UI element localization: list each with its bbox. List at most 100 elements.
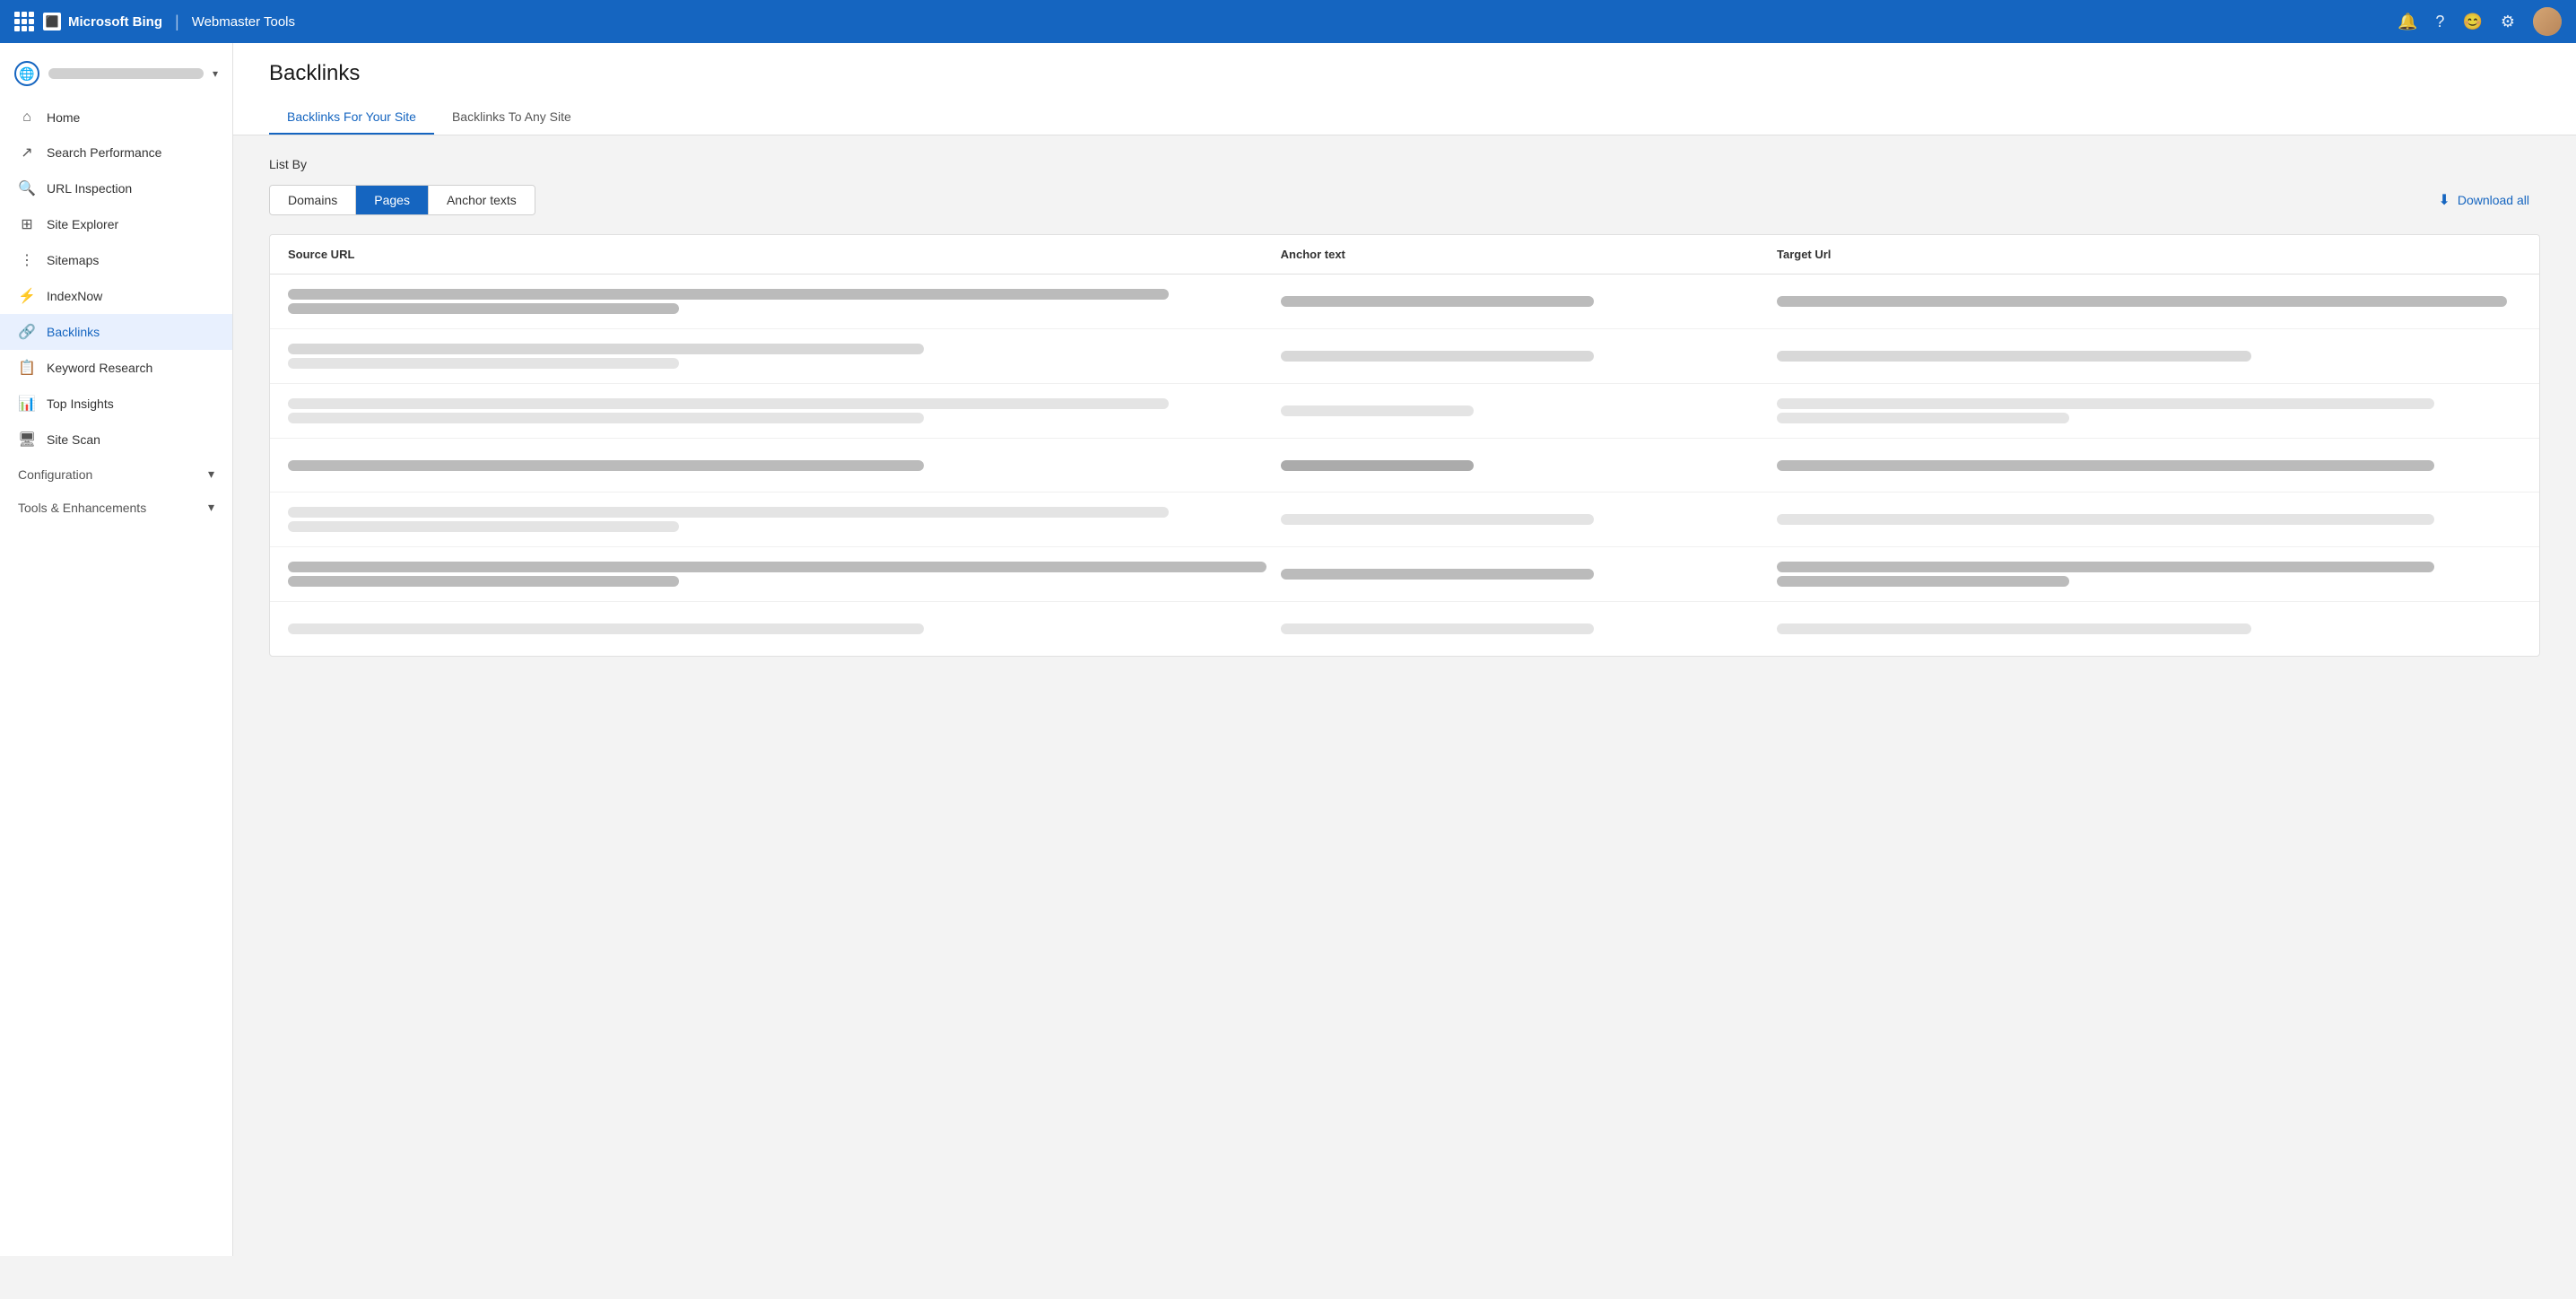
anchor-text-cell bbox=[1281, 351, 1777, 362]
source-url-cell bbox=[288, 623, 1281, 634]
sidebar-item-label: Home bbox=[47, 110, 80, 125]
source-url-cell bbox=[288, 507, 1281, 532]
site-selector[interactable]: 🌐 ▾ bbox=[0, 54, 232, 100]
top-navigation: ⬛ Microsoft Bing | Webmaster Tools 🔔 ? 😊… bbox=[0, 0, 2576, 43]
target-url-cell bbox=[1777, 460, 2521, 471]
chevron-down-icon: ▾ bbox=[213, 67, 218, 80]
page-title: Backlinks bbox=[269, 61, 2540, 86]
list-by-label: List By bbox=[269, 157, 2540, 171]
tab-backlinks-to-any-site[interactable]: Backlinks To Any Site bbox=[434, 100, 589, 135]
target-url-cell bbox=[1777, 623, 2521, 634]
sidebar-item-top-insights[interactable]: 📊 Top Insights bbox=[0, 386, 232, 422]
page-header: Backlinks Backlinks For Your Site Backli… bbox=[233, 43, 2576, 135]
bing-logo: ⬛ Microsoft Bing bbox=[43, 13, 162, 31]
feedback-icon[interactable]: 😊 bbox=[2462, 13, 2482, 31]
sidebar-item-url-inspection[interactable]: 🔍 URL Inspection bbox=[0, 170, 232, 206]
source-url-cell bbox=[288, 562, 1281, 587]
sidebar-item-site-explorer[interactable]: ⊞ Site Explorer bbox=[0, 206, 232, 242]
help-icon[interactable]: ? bbox=[2435, 13, 2444, 31]
table-row bbox=[270, 602, 2539, 656]
sidebar-item-search-performance[interactable]: ↗ Search Performance bbox=[0, 135, 232, 170]
page-tabs: Backlinks For Your Site Backlinks To Any… bbox=[269, 100, 2540, 135]
configuration-label: Configuration bbox=[18, 467, 92, 482]
filter-anchor-texts-button[interactable]: Anchor texts bbox=[429, 186, 535, 214]
table-row bbox=[270, 439, 2539, 493]
table-row bbox=[270, 275, 2539, 329]
sidebar: 🌐 ▾ ⌂ Home ↗ Search Performance 🔍 URL In… bbox=[0, 43, 233, 1256]
sidebar-item-label: Keyword Research bbox=[47, 361, 152, 375]
source-url-cell bbox=[288, 398, 1281, 423]
source-url-cell bbox=[288, 460, 1281, 471]
product-name: Webmaster Tools bbox=[192, 14, 295, 30]
research-icon: 📋 bbox=[18, 359, 36, 377]
sidebar-item-label: IndexNow bbox=[47, 289, 102, 303]
nav-separator: | bbox=[175, 13, 179, 31]
link-icon: 🔗 bbox=[18, 323, 36, 341]
sidebar-item-home[interactable]: ⌂ Home bbox=[0, 100, 232, 135]
globe-icon: 🌐 bbox=[14, 61, 39, 86]
anchor-text-cell bbox=[1281, 405, 1777, 416]
tools-enhancements-label: Tools & Enhancements bbox=[18, 501, 146, 515]
content-area: List By Domains Pages Anchor texts ⬇ Dow… bbox=[233, 135, 2576, 678]
target-url-cell bbox=[1777, 514, 2521, 525]
search-icon: 🔍 bbox=[18, 179, 36, 197]
notification-icon[interactable]: 🔔 bbox=[2398, 13, 2417, 31]
header-target-url: Target Url bbox=[1777, 248, 2521, 261]
trending-up-icon: ↗ bbox=[18, 144, 36, 161]
tools-enhancements-chevron-icon: ▾ bbox=[208, 500, 214, 515]
waffle-menu-icon[interactable] bbox=[14, 12, 34, 31]
sidebar-item-label: Backlinks bbox=[47, 325, 100, 339]
sidebar-item-label: Top Insights bbox=[47, 397, 114, 411]
header-anchor-text: Anchor text bbox=[1281, 248, 1777, 261]
grid-icon: ⊞ bbox=[18, 215, 36, 233]
sidebar-item-label: Site Scan bbox=[47, 432, 100, 447]
sidebar-item-sitemaps[interactable]: ⋮ Sitemaps bbox=[0, 242, 232, 278]
brand-name: Microsoft Bing bbox=[68, 14, 162, 30]
user-avatar[interactable] bbox=[2533, 7, 2562, 36]
tab-backlinks-for-your-site[interactable]: Backlinks For Your Site bbox=[269, 100, 434, 135]
insights-icon: 📊 bbox=[18, 395, 36, 413]
source-url-cell bbox=[288, 289, 1281, 314]
sidebar-item-label: Sitemaps bbox=[47, 253, 99, 267]
main-content: Backlinks Backlinks For Your Site Backli… bbox=[233, 43, 2576, 1256]
table-row bbox=[270, 329, 2539, 384]
scan-icon: 🖥 bbox=[18, 431, 36, 449]
anchor-text-cell bbox=[1281, 569, 1777, 580]
anchor-text-cell bbox=[1281, 514, 1777, 525]
download-all-label: Download all bbox=[2458, 193, 2529, 207]
target-url-cell bbox=[1777, 398, 2521, 423]
sidebar-item-label: Site Explorer bbox=[47, 217, 118, 231]
sidebar-item-keyword-research[interactable]: 📋 Keyword Research bbox=[0, 350, 232, 386]
anchor-text-cell bbox=[1281, 460, 1777, 471]
source-url-cell bbox=[288, 344, 1281, 369]
target-url-cell bbox=[1777, 351, 2521, 362]
table-row bbox=[270, 547, 2539, 602]
anchor-text-cell bbox=[1281, 623, 1777, 634]
header-source-url: Source URL bbox=[288, 248, 1281, 261]
sidebar-item-label: URL Inspection bbox=[47, 181, 132, 196]
filter-button-group: Domains Pages Anchor texts bbox=[269, 185, 535, 215]
target-url-cell bbox=[1777, 562, 2521, 587]
sidebar-item-backlinks[interactable]: 🔗 Backlinks bbox=[0, 314, 232, 350]
sidebar-item-indexnow[interactable]: ⚡ IndexNow bbox=[0, 278, 232, 314]
table-header: Source URL Anchor text Target Url bbox=[270, 235, 2539, 275]
sidebar-item-site-scan[interactable]: 🖥 Site Scan bbox=[0, 422, 232, 458]
home-icon: ⌂ bbox=[18, 109, 36, 126]
table-row bbox=[270, 493, 2539, 547]
sidebar-item-label: Search Performance bbox=[47, 145, 161, 160]
download-all-button[interactable]: ⬇ Download all bbox=[2427, 184, 2540, 216]
tools-enhancements-section[interactable]: Tools & Enhancements ▾ bbox=[0, 491, 232, 524]
target-url-cell bbox=[1777, 296, 2521, 307]
download-icon: ⬇ bbox=[2438, 191, 2450, 209]
configuration-section[interactable]: Configuration ▾ bbox=[0, 458, 232, 491]
site-url-display bbox=[48, 68, 204, 79]
sitemap-icon: ⋮ bbox=[18, 251, 36, 269]
anchor-text-cell bbox=[1281, 296, 1777, 307]
filter-pages-button[interactable]: Pages bbox=[356, 186, 429, 214]
flash-icon: ⚡ bbox=[18, 287, 36, 305]
filter-row: Domains Pages Anchor texts ⬇ Download al… bbox=[269, 184, 2540, 216]
settings-icon[interactable]: ⚙ bbox=[2501, 13, 2515, 31]
table-row bbox=[270, 384, 2539, 439]
configuration-chevron-icon: ▾ bbox=[208, 466, 214, 482]
filter-domains-button[interactable]: Domains bbox=[270, 186, 356, 214]
